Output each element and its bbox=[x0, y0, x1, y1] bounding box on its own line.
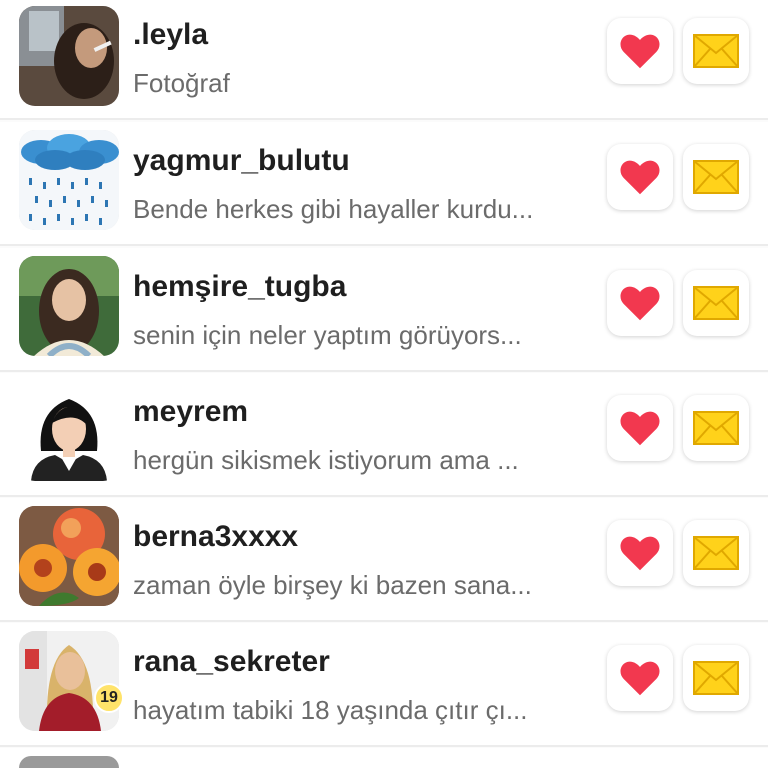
message-button[interactable] bbox=[683, 144, 749, 210]
list-item[interactable]: hemşire_tugba senin için neler yaptım gö… bbox=[0, 248, 768, 372]
message-button[interactable] bbox=[683, 270, 749, 336]
heart-icon bbox=[620, 536, 660, 571]
heart-icon bbox=[620, 286, 660, 321]
user-name[interactable]: hemşire_tugba bbox=[133, 270, 346, 304]
list-item[interactable]: .leyla Fotoğraf bbox=[0, 0, 768, 120]
envelope-icon bbox=[693, 286, 739, 320]
like-button[interactable] bbox=[607, 395, 673, 461]
age-badge: 19 bbox=[94, 683, 124, 713]
message-button[interactable] bbox=[683, 520, 749, 586]
message-button[interactable] bbox=[683, 18, 749, 84]
avatar[interactable] bbox=[19, 756, 119, 768]
message-preview: Bende herkes gibi hayaller kurdu... bbox=[133, 194, 534, 224]
user-name[interactable]: meyrem bbox=[133, 395, 248, 429]
user-name[interactable]: .leyla bbox=[133, 18, 208, 52]
message-preview: senin için neler yaptım görüyors... bbox=[133, 320, 522, 350]
avatar[interactable] bbox=[19, 631, 119, 731]
message-preview: hergün sikismek istiyorum ama ... bbox=[133, 445, 519, 475]
envelope-icon bbox=[693, 411, 739, 445]
avatar[interactable] bbox=[19, 256, 119, 356]
like-button[interactable] bbox=[607, 18, 673, 84]
avatar[interactable] bbox=[19, 506, 119, 606]
like-button[interactable] bbox=[607, 144, 673, 210]
avatar[interactable] bbox=[19, 381, 119, 481]
avatar[interactable] bbox=[19, 130, 119, 230]
message-button[interactable] bbox=[683, 645, 749, 711]
list-item[interactable] bbox=[0, 748, 768, 768]
envelope-icon bbox=[693, 536, 739, 570]
envelope-icon bbox=[693, 34, 739, 68]
like-button[interactable] bbox=[607, 520, 673, 586]
user-name[interactable]: berna3xxxx bbox=[133, 520, 298, 554]
user-list: .leyla Fotoğraf yagmur_bulutu Bende herk… bbox=[0, 0, 768, 768]
heart-icon bbox=[620, 160, 660, 195]
user-name[interactable]: rana_sekreter bbox=[133, 645, 330, 679]
like-button[interactable] bbox=[607, 270, 673, 336]
list-item[interactable]: meyrem hergün sikismek istiyorum ama ... bbox=[0, 373, 768, 497]
like-button[interactable] bbox=[607, 645, 673, 711]
envelope-icon bbox=[693, 160, 739, 194]
list-item[interactable]: 19 rana_sekreter hayatım tabiki 18 yaşın… bbox=[0, 623, 768, 747]
message-preview: Fotoğraf bbox=[133, 68, 230, 98]
user-name[interactable]: yagmur_bulutu bbox=[133, 144, 350, 178]
avatar[interactable] bbox=[19, 6, 119, 106]
list-item[interactable]: yagmur_bulutu Bende herkes gibi hayaller… bbox=[0, 122, 768, 246]
list-item[interactable]: berna3xxxx zaman öyle birşey ki bazen sa… bbox=[0, 498, 768, 622]
heart-icon bbox=[620, 411, 660, 446]
message-button[interactable] bbox=[683, 395, 749, 461]
message-preview: zaman öyle birşey ki bazen sana... bbox=[133, 570, 532, 600]
message-preview: hayatım tabiki 18 yaşında çıtır çı... bbox=[133, 695, 528, 725]
envelope-icon bbox=[693, 661, 739, 695]
heart-icon bbox=[620, 34, 660, 69]
heart-icon bbox=[620, 661, 660, 696]
